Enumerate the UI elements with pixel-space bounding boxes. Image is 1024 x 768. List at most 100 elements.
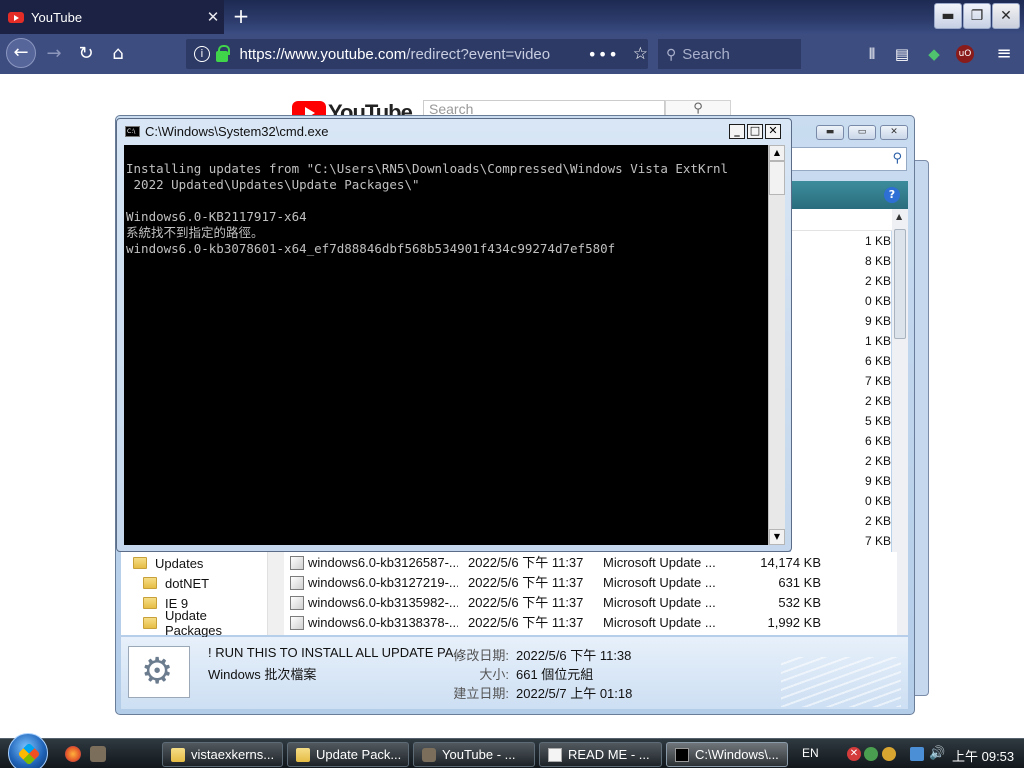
cmd-console-output[interactable]: Installing updates from "C:\Users\RN5\Do… xyxy=(124,145,768,545)
file-icon xyxy=(290,596,304,610)
file-date: 2022/5/6 下午 11:37 xyxy=(468,555,584,570)
file-name: windows6.0-kb3126587-... xyxy=(308,555,458,570)
file-row[interactable]: windows6.0-kb3126587-... 2022/5/6 下午 11:3… xyxy=(286,553,908,573)
hamburger-menu-icon[interactable]: ≡ xyxy=(994,44,1014,64)
browser-maximize-button[interactable]: ❐ xyxy=(963,3,991,29)
file-size-cell: 2 KB xyxy=(864,274,891,288)
file-size-cell: 7 KB xyxy=(864,534,891,548)
scrollbar-thumb[interactable] xyxy=(769,161,785,195)
document-icon xyxy=(548,747,562,762)
cmd-titlebar[interactable]: C:\ C:\Windows\System32\cmd.exe _ □ ✕ xyxy=(117,119,791,143)
url-bar[interactable]: i https://www.youtube.com/redirect?event… xyxy=(186,39,648,69)
taskbar-button[interactable]: vistaexkerns... xyxy=(162,742,283,767)
sidebar-icon[interactable]: ▤ xyxy=(892,44,912,64)
volume-icon[interactable]: 🔊 xyxy=(929,747,945,761)
file-size-cell: 1 KB xyxy=(864,334,891,348)
scrollbar-thumb[interactable] xyxy=(894,229,906,339)
home-icon[interactable]: ⌂ xyxy=(104,40,132,68)
gimp-icon[interactable] xyxy=(90,746,106,762)
gimp-icon xyxy=(422,747,436,762)
file-name: windows6.0-kb3138378-... xyxy=(308,615,458,630)
ublock-origin-icon[interactable]: uO xyxy=(956,45,974,63)
browser-minimize-button[interactable]: ▬ xyxy=(934,3,962,29)
explorer-close-button[interactable]: ✕ xyxy=(880,125,908,140)
file-size-cell: 6 KB xyxy=(864,434,891,448)
file-size-cell: 7 KB xyxy=(864,374,891,388)
file-size: 631 KB xyxy=(778,575,821,590)
page-info-icon[interactable]: i xyxy=(194,46,210,62)
taskbar: vistaexkerns... Update Pack... YouTube - .… xyxy=(0,733,1024,768)
tray-app-icon[interactable] xyxy=(882,747,896,761)
taskbar-button[interactable]: C:\Windows\... xyxy=(666,742,788,767)
cmd-minimize-button[interactable]: _ xyxy=(729,124,745,139)
search-bar[interactable]: ⚲ Search xyxy=(658,39,801,69)
scroll-down-icon[interactable]: ▼ xyxy=(769,529,785,545)
file-icon xyxy=(290,616,304,630)
taskbar-button[interactable]: YouTube - ... xyxy=(413,742,535,767)
tree-item-label: dotNET xyxy=(165,575,210,591)
tab-close-icon[interactable]: ✕ xyxy=(202,8,224,26)
explorer-search-input[interactable]: ⚲ xyxy=(789,147,907,171)
scroll-up-icon[interactable]: ▲ xyxy=(769,145,785,161)
tree-item-update-packages[interactable]: Update Packages xyxy=(143,608,267,638)
search-icon: ⚲ xyxy=(666,45,677,62)
taskbar-button[interactable]: Update Pack... xyxy=(287,742,409,767)
start-button[interactable] xyxy=(8,733,48,768)
folder-icon xyxy=(143,597,157,609)
url-text[interactable]: https://www.youtube.com/redirect?event=v… xyxy=(240,46,574,63)
browser-navigation-bar: ← → ↻ ⌂ i https://www.youtube.com/redire… xyxy=(0,34,1024,74)
taskbar-button-label: Update Pack... xyxy=(316,747,402,762)
windows-logo-icon xyxy=(17,742,41,766)
scroll-up-icon[interactable]: ▲ xyxy=(896,212,902,221)
file-size-cell: 0 KB xyxy=(864,294,891,308)
taskbar-button[interactable]: READ ME - ... xyxy=(539,742,662,767)
folder-icon xyxy=(296,747,310,762)
forward-arrow-icon[interactable]: → xyxy=(40,40,68,68)
file-size-cell: 2 KB xyxy=(864,394,891,408)
details-filename: ! RUN THIS TO INSTALL ALL UPDATE PA... xyxy=(208,645,465,660)
decorative-swoosh xyxy=(781,657,901,707)
tree-item-label: Updates xyxy=(155,555,204,571)
extension-icon[interactable]: ◆ xyxy=(924,44,944,64)
cmd-title: C:\Windows\System32\cmd.exe xyxy=(145,124,329,139)
cmd-scrollbar[interactable]: ▲ ▼ xyxy=(768,145,785,545)
reload-icon[interactable]: ↻ xyxy=(72,40,100,68)
tree-item-updates[interactable]: Updates xyxy=(133,553,203,573)
browser-tab-youtube[interactable]: YouTube ✕ xyxy=(0,0,224,34)
file-size: 532 KB xyxy=(778,595,821,610)
tray-display-icon[interactable] xyxy=(910,747,924,761)
details-created-value: 2022/5/7 上午 01:18 xyxy=(516,686,633,701)
tray-network-icon[interactable] xyxy=(864,747,878,761)
new-tab-button[interactable]: + xyxy=(230,4,252,28)
file-row[interactable]: windows6.0-kb3127219-... 2022/5/6 下午 11:3… xyxy=(286,573,908,593)
column-header[interactable] xyxy=(791,209,893,231)
firefox-icon[interactable] xyxy=(65,746,81,762)
browser-close-button[interactable]: ✕ xyxy=(992,3,1020,29)
tray-error-icon[interactable]: ✕ xyxy=(847,747,861,761)
cmd-close-button[interactable]: ✕ xyxy=(765,124,781,139)
browser-tab-strip: YouTube ✕ + ▬ ❐ ✕ xyxy=(0,0,1024,34)
library-icon[interactable]: ⫴ xyxy=(862,44,882,64)
tree-item-dotnet[interactable]: dotNET xyxy=(143,573,209,593)
cmd-maximize-button[interactable]: □ xyxy=(747,124,763,139)
page-actions-menu-icon[interactable]: ••• xyxy=(587,45,618,64)
file-size-cell: 2 KB xyxy=(864,454,891,468)
file-row[interactable]: windows6.0-kb3135982-... 2022/5/6 下午 11:3… xyxy=(286,593,908,613)
file-name: windows6.0-kb3135982-... xyxy=(308,595,458,610)
explorer-minimize-button[interactable]: ▬ xyxy=(816,125,844,140)
clock[interactable]: 上午 09:53 xyxy=(952,746,1014,765)
folder-tree-scrollbar[interactable] xyxy=(268,552,284,635)
help-icon[interactable]: ? xyxy=(884,187,900,203)
language-indicator[interactable]: EN xyxy=(802,746,819,760)
tree-item-label: Update Packages xyxy=(164,608,223,638)
file-name: windows6.0-kb3127219-... xyxy=(308,575,458,590)
bookmark-star-icon[interactable]: ☆ xyxy=(633,44,648,64)
folder-icon xyxy=(171,747,185,762)
file-date: 2022/5/6 下午 11:37 xyxy=(468,615,584,630)
file-size-cell: 2 KB xyxy=(864,514,891,528)
explorer-maximize-button[interactable]: ▭ xyxy=(848,125,876,140)
back-arrow-icon[interactable]: ← xyxy=(6,38,36,68)
file-type: Microsoft Update ... xyxy=(603,615,716,630)
file-row[interactable]: windows6.0-kb3138378-... 2022/5/6 下午 11:3… xyxy=(286,613,908,633)
